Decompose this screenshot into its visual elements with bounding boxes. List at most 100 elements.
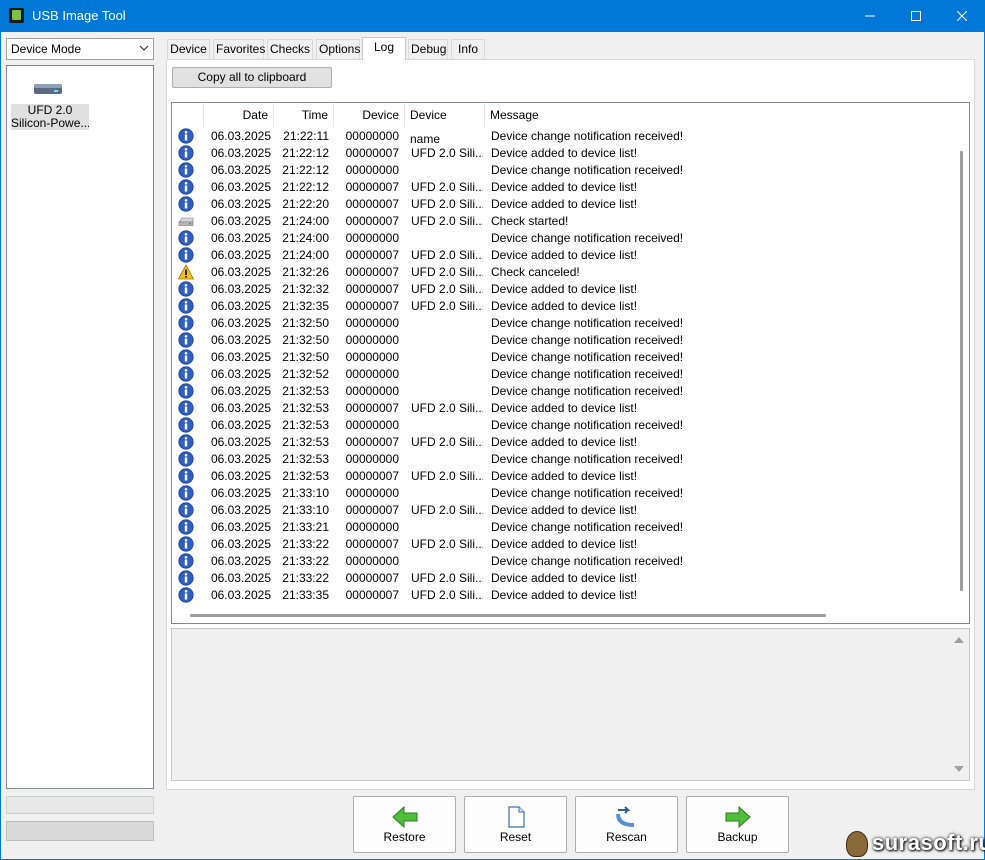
log-device-name: UFD 2.0 Sili... bbox=[411, 537, 483, 551]
tab-debug[interactable]: Debug bbox=[408, 39, 448, 60]
log-row[interactable]: 06.03.2025 21:32:35 00000007 UFD 2.0 Sili..… bbox=[172, 298, 953, 315]
log-row[interactable]: 06.03.2025 21:22:12 00000007 UFD 2.0 Sili..… bbox=[172, 179, 953, 196]
log-date: 06.03.2025 bbox=[210, 571, 271, 585]
log-device: 00000007 bbox=[345, 146, 399, 160]
mode-select[interactable]: Device Mode bbox=[6, 38, 154, 60]
tab-options[interactable]: Options bbox=[316, 39, 360, 60]
log-message: Device change notification received! bbox=[491, 486, 684, 500]
log-date: 06.03.2025 bbox=[210, 367, 271, 381]
log-detail-box[interactable] bbox=[171, 628, 970, 781]
header-time[interactable]: Time bbox=[274, 103, 334, 127]
tab-favorites[interactable]: Favorites bbox=[213, 39, 265, 60]
header-device[interactable]: Device bbox=[334, 103, 405, 127]
header-message[interactable]: Message bbox=[485, 103, 953, 127]
minimize-button[interactable] bbox=[847, 0, 893, 32]
log-time: 21:22:11 bbox=[283, 129, 329, 143]
log-row[interactable]: 06.03.2025 21:32:52 00000000 Device change … bbox=[172, 366, 953, 383]
horizontal-scrollbar-thumb[interactable] bbox=[190, 614, 826, 617]
vertical-scrollbar[interactable] bbox=[957, 103, 969, 608]
log-row[interactable]: 06.03.2025 21:22:11 00000000 Device change … bbox=[172, 128, 953, 145]
log-device: 00000007 bbox=[345, 265, 399, 279]
log-device-name: UFD 2.0 Sili... bbox=[411, 282, 483, 296]
log-list[interactable]: Date Time Device Device name Message 06.… bbox=[171, 102, 970, 624]
log-date: 06.03.2025 bbox=[210, 537, 271, 551]
log-device-name: UFD 2.0 Sili... bbox=[411, 146, 483, 160]
log-time: 21:33:22 bbox=[282, 571, 329, 585]
log-time: 21:22:20 bbox=[282, 197, 329, 211]
log-row[interactable]: 06.03.2025 21:32:53 00000007 UFD 2.0 Sili..… bbox=[172, 434, 953, 451]
log-row[interactable]: 06.03.2025 21:32:53 00000000 Device change … bbox=[172, 417, 953, 434]
log-device-name: UFD 2.0 Sili... bbox=[411, 265, 483, 279]
log-time: 21:33:35 bbox=[282, 588, 329, 602]
backup-button[interactable]: Backup bbox=[686, 796, 789, 853]
log-row[interactable]: 06.03.2025 21:32:26 00000007 UFD 2.0 Sili..… bbox=[172, 264, 953, 281]
info-icon bbox=[178, 400, 194, 417]
scroll-up-icon[interactable] bbox=[954, 637, 964, 643]
log-row[interactable]: 06.03.2025 21:24:00 00000007 UFD 2.0 Sili..… bbox=[172, 247, 953, 264]
tab-checks[interactable]: Checks bbox=[267, 39, 313, 60]
log-row[interactable]: 06.03.2025 21:33:10 00000007 UFD 2.0 Sili..… bbox=[172, 502, 953, 519]
tab-info[interactable]: Info bbox=[451, 39, 485, 60]
log-row[interactable]: 06.03.2025 21:33:22 00000007 UFD 2.0 Sili..… bbox=[172, 536, 953, 553]
copy-all-button[interactable]: Copy all to clipboard bbox=[172, 67, 332, 88]
log-device: 00000007 bbox=[345, 537, 399, 551]
log-message: Device change notification received! bbox=[491, 316, 684, 330]
log-device: 00000000 bbox=[345, 520, 399, 534]
log-time: 21:32:53 bbox=[282, 452, 329, 466]
log-message: Device added to device list! bbox=[491, 282, 638, 296]
log-row[interactable]: 06.03.2025 21:33:22 00000000 Device change … bbox=[172, 553, 953, 570]
device-list[interactable]: UFD 2.0 Silicon-Powe... bbox=[6, 65, 154, 789]
log-device-name: UFD 2.0 Sili... bbox=[411, 180, 483, 194]
progress-bar-top bbox=[6, 796, 154, 814]
scroll-down-icon[interactable] bbox=[954, 766, 964, 772]
rescan-button[interactable]: Rescan bbox=[575, 796, 678, 853]
log-message: Device added to device list! bbox=[491, 571, 638, 585]
tab-log[interactable]: Log bbox=[362, 37, 406, 60]
horizontal-scrollbar[interactable] bbox=[172, 608, 957, 623]
log-row[interactable]: 06.03.2025 21:32:53 00000000 Device change … bbox=[172, 451, 953, 468]
log-row[interactable]: 06.03.2025 21:24:00 00000007 UFD 2.0 Sili..… bbox=[172, 213, 953, 230]
device-item[interactable]: UFD 2.0 Silicon-Powe... bbox=[11, 74, 89, 132]
drive-icon bbox=[178, 213, 194, 230]
info-icon bbox=[178, 230, 194, 247]
log-message: Device change notification received! bbox=[491, 418, 684, 432]
minimize-icon bbox=[865, 15, 875, 17]
log-row[interactable]: 06.03.2025 21:32:50 00000000 Device change … bbox=[172, 315, 953, 332]
log-time: 21:32:53 bbox=[282, 435, 329, 449]
rescan-arrow-icon bbox=[616, 806, 635, 827]
header-date[interactable]: Date bbox=[204, 103, 274, 127]
log-row[interactable]: 06.03.2025 21:33:22 00000007 UFD 2.0 Sili..… bbox=[172, 570, 953, 587]
maximize-button[interactable] bbox=[893, 0, 939, 32]
log-device: 00000007 bbox=[345, 214, 399, 228]
log-row[interactable]: 06.03.2025 21:24:00 00000000 Device change … bbox=[172, 230, 953, 247]
log-message: Device added to device list! bbox=[491, 146, 638, 160]
log-time: 21:33:22 bbox=[282, 554, 329, 568]
log-row[interactable]: 06.03.2025 21:33:10 00000000 Device change … bbox=[172, 485, 953, 502]
header-device-name[interactable]: Device name bbox=[405, 103, 485, 146]
log-message: Device added to device list! bbox=[491, 299, 638, 313]
tab-device[interactable]: Device bbox=[167, 39, 210, 60]
log-row[interactable]: 06.03.2025 21:32:50 00000000 Device change … bbox=[172, 349, 953, 366]
log-device: 00000007 bbox=[345, 248, 399, 262]
log-row[interactable]: 06.03.2025 21:32:32 00000007 UFD 2.0 Sili..… bbox=[172, 281, 953, 298]
log-row[interactable]: 06.03.2025 21:22:12 00000007 UFD 2.0 Sili..… bbox=[172, 145, 953, 162]
watermark: surasoft.ru bbox=[846, 828, 985, 858]
log-time: 21:24:00 bbox=[282, 231, 329, 245]
close-button[interactable] bbox=[939, 0, 985, 32]
log-row[interactable]: 06.03.2025 21:32:53 00000007 UFD 2.0 Sili..… bbox=[172, 468, 953, 485]
reset-button[interactable]: Reset bbox=[464, 796, 567, 853]
header-icon-column[interactable] bbox=[172, 103, 204, 127]
seal-logo bbox=[846, 831, 868, 857]
log-row[interactable]: 06.03.2025 21:33:35 00000007 UFD 2.0 Sili..… bbox=[172, 587, 953, 604]
log-row[interactable]: 06.03.2025 21:22:20 00000007 UFD 2.0 Sili..… bbox=[172, 196, 953, 213]
log-row[interactable]: 06.03.2025 21:22:12 00000000 Device change … bbox=[172, 162, 953, 179]
restore-button[interactable]: Restore bbox=[353, 796, 456, 853]
vertical-scrollbar-thumb[interactable] bbox=[960, 151, 963, 591]
log-row[interactable]: 06.03.2025 21:32:50 00000000 Device change … bbox=[172, 332, 953, 349]
log-row[interactable]: 06.03.2025 21:32:53 00000007 UFD 2.0 Sili..… bbox=[172, 400, 953, 417]
device-item-label: UFD 2.0 Silicon-Powe... bbox=[11, 104, 89, 130]
log-row[interactable]: 06.03.2025 21:33:21 00000000 Device change … bbox=[172, 519, 953, 536]
log-device: 00000000 bbox=[345, 333, 399, 347]
info-icon bbox=[178, 179, 194, 196]
log-row[interactable]: 06.03.2025 21:32:53 00000000 Device change … bbox=[172, 383, 953, 400]
